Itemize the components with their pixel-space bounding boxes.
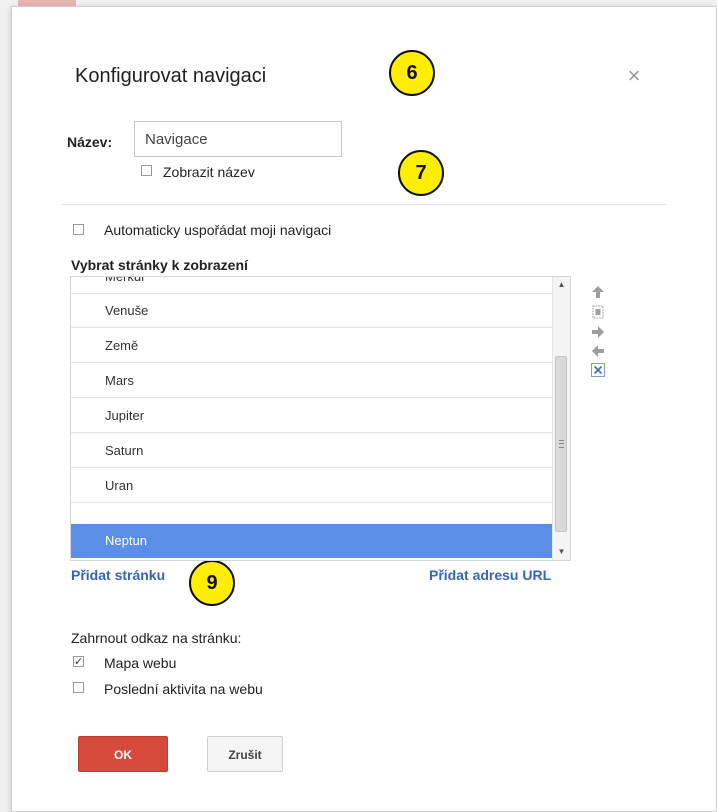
sitemap-label: Mapa webu [104,655,177,671]
list-item-merkur[interactable]: Merkur [71,277,552,294]
auto-arrange-checkbox[interactable] [73,224,84,235]
thumb-grip-icon [559,440,564,448]
page-list[interactable]: Merkur Venuše Země Mars Jupiter Saturn U… [70,276,571,561]
recent-activity-checkbox[interactable] [73,682,84,693]
show-name-label: Zobrazit název [163,164,255,180]
add-url-link[interactable]: Přidat adresu URL [429,567,551,583]
arrow-up-icon[interactable] [591,285,605,299]
name-input[interactable] [134,121,342,157]
include-link-label: Zahrnout odkaz na stránku: [71,630,242,646]
arrow-right-icon[interactable] [591,325,605,339]
recent-activity-label: Poslední aktivita na webu [104,681,263,697]
callout-badge-6: 6 [389,50,435,96]
auto-arrange-label: Automaticky uspořádat moji navigaci [104,222,332,238]
callout-badge-9: 9 [189,560,235,606]
scroll-up-arrow-icon[interactable]: ▲ [553,277,570,293]
indent-icon[interactable] [591,305,605,319]
close-icon[interactable]: × [622,64,646,88]
name-label: Název: [67,134,113,150]
add-page-link[interactable]: Přidat stránku [71,567,165,583]
cancel-button[interactable]: Zrušit [207,736,283,772]
scroll-thumb[interactable] [555,356,567,532]
list-scrollbar[interactable]: ▲ ▼ [552,277,570,560]
list-item-zeme[interactable]: Země [71,329,552,363]
list-item-neptun[interactable]: Neptun [71,524,552,558]
scroll-down-arrow-icon[interactable]: ▼ [553,544,570,560]
dialog-title: Konfigurovat navigaci [75,65,267,87]
ok-button[interactable]: OK [78,736,168,772]
pages-heading: Vybrat stránky k zobrazení [71,257,248,273]
section-divider [62,204,666,205]
list-item-saturn[interactable]: Saturn [71,434,552,468]
arrow-left-icon[interactable] [591,344,605,358]
list-item-mars[interactable]: Mars [71,364,552,398]
callout-badge-7: 7 [398,150,444,196]
list-item-venuse[interactable]: Venuše [71,294,552,328]
remove-icon[interactable] [591,363,605,377]
list-item-jupiter[interactable]: Jupiter [71,399,552,433]
configure-navigation-dialog: Konfigurovat navigaci × 6 7 8 9 Název: Z… [11,6,717,812]
sitemap-checkbox[interactable]: ✓ [73,656,84,668]
show-name-checkbox[interactable] [141,165,152,176]
list-item-uran[interactable]: Uran [71,469,552,503]
